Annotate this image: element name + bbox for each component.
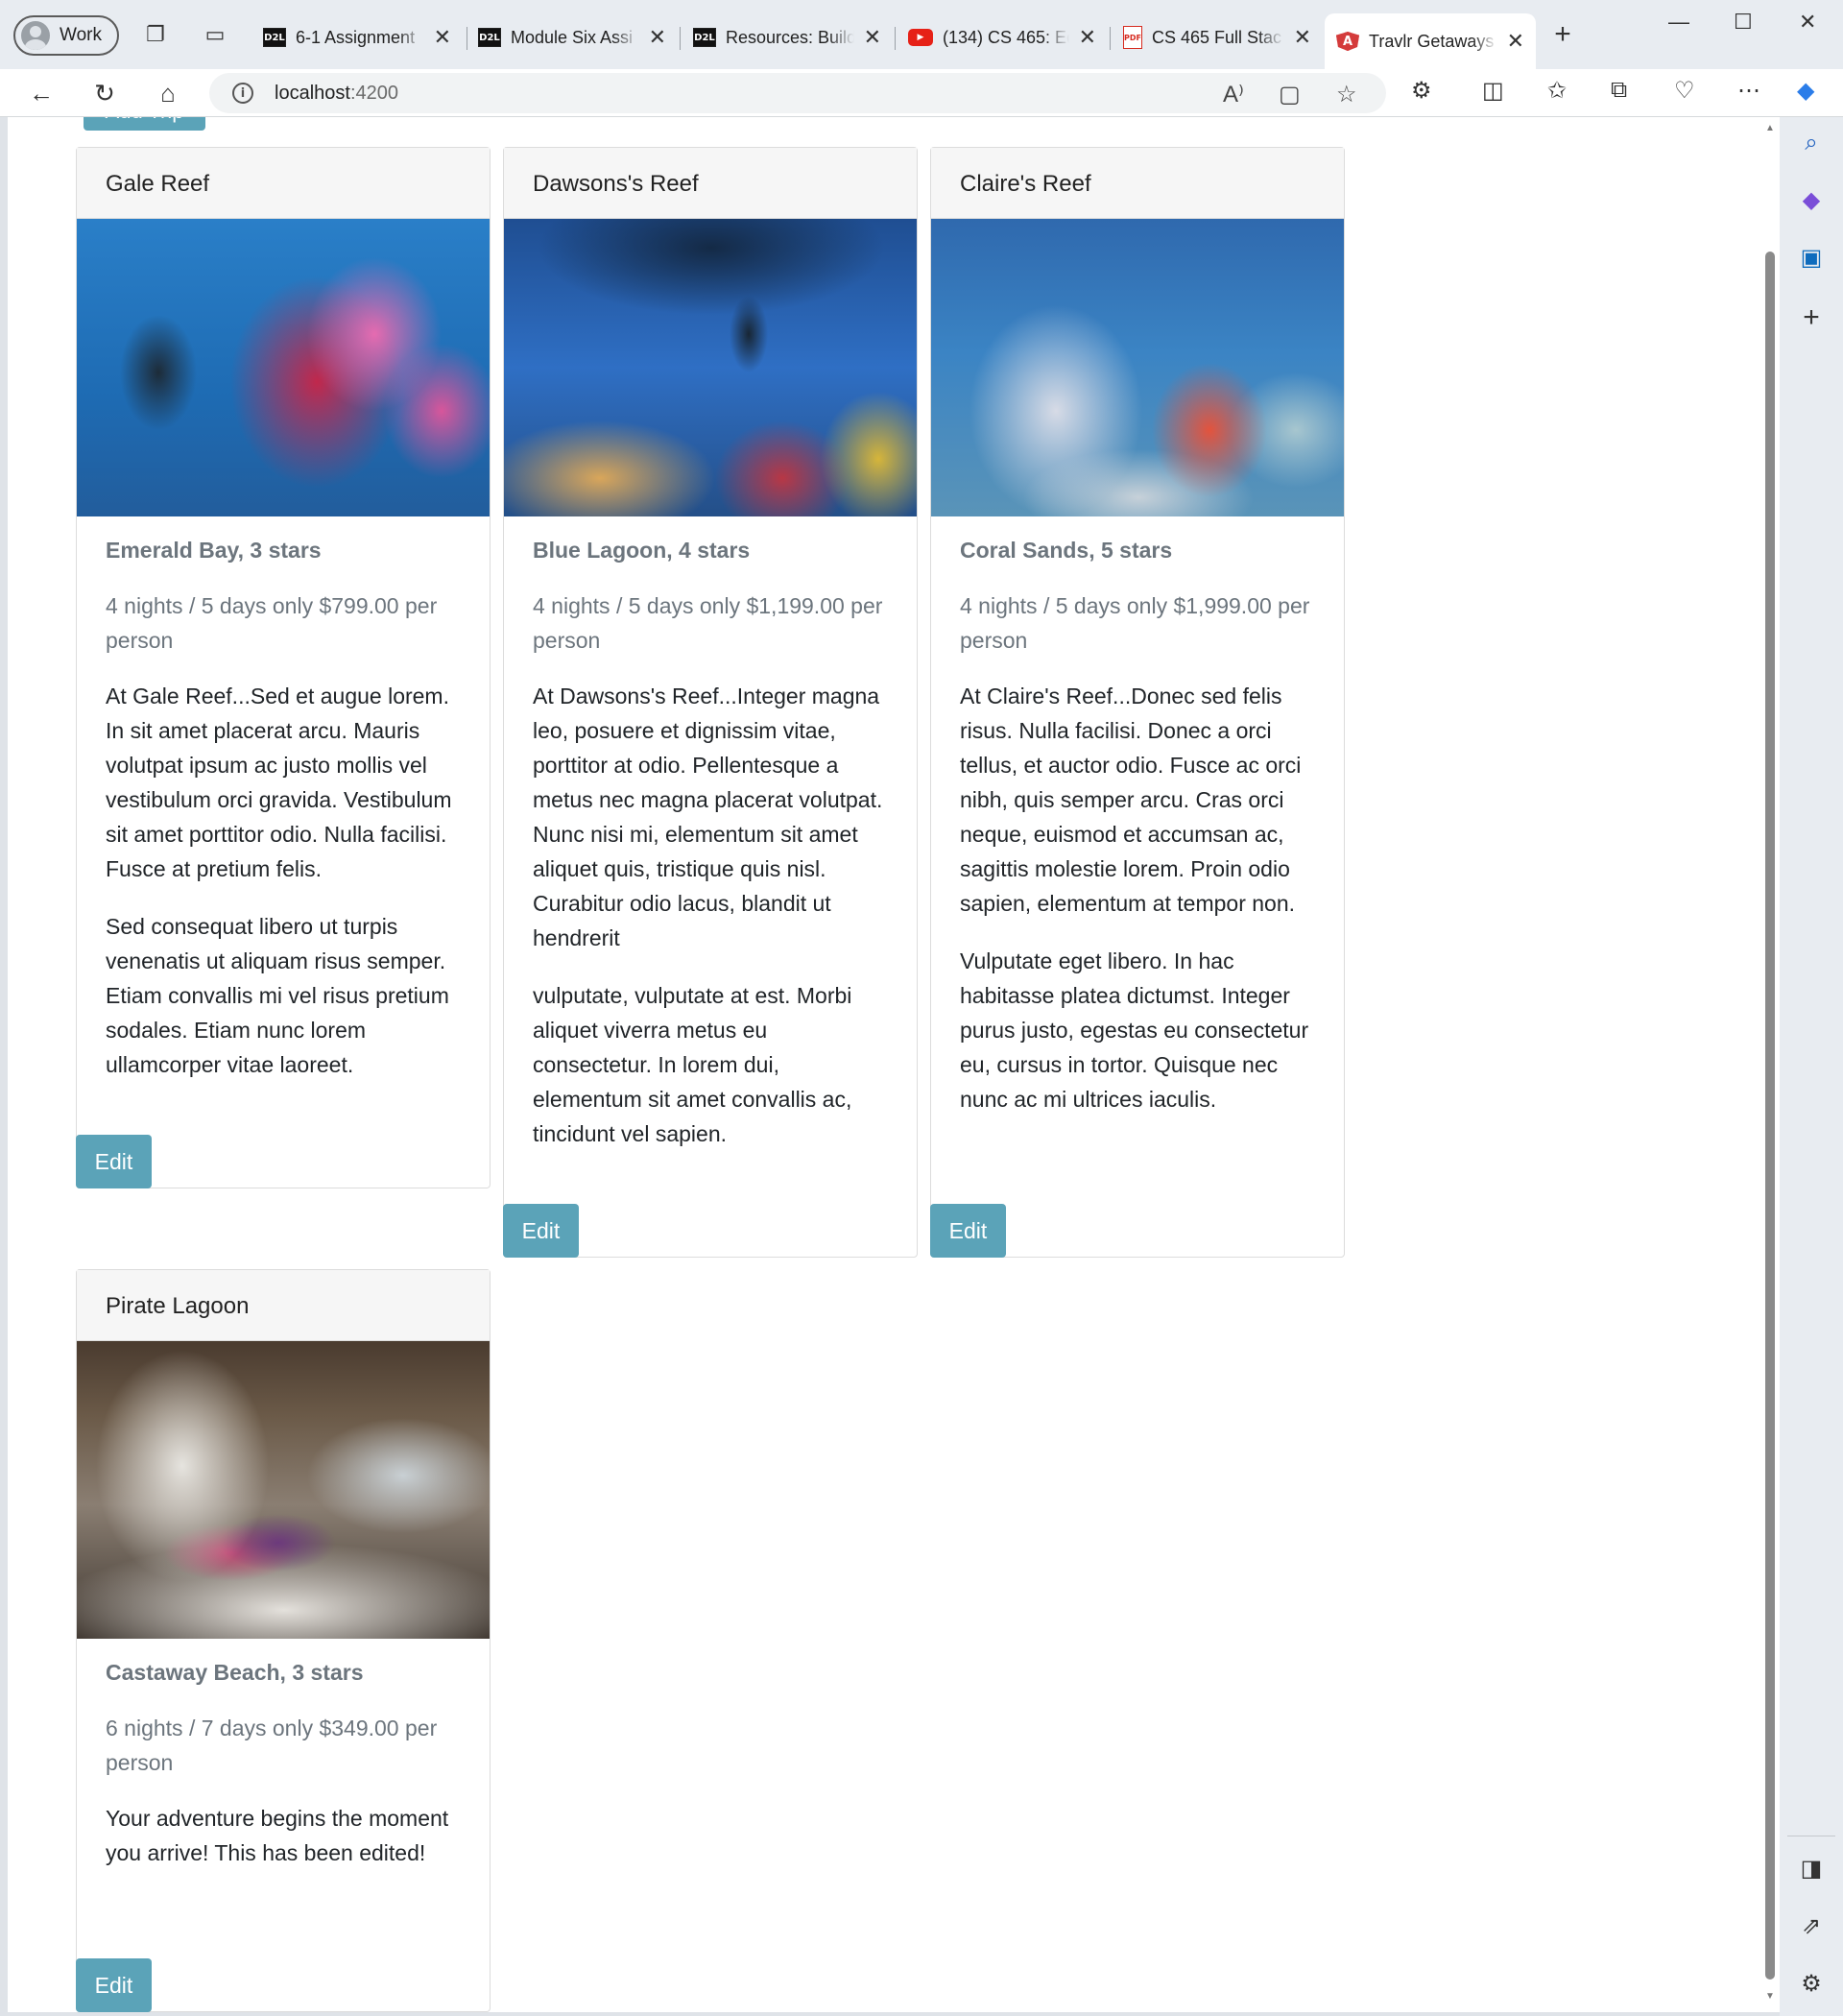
close-tab-icon[interactable]: ✕: [434, 25, 451, 50]
tab-4[interactable]: ▶ (134) CS 465: Ed ✕: [897, 13, 1108, 61]
open-external-icon[interactable]: ⇗: [1797, 1912, 1826, 1941]
tab-label: Resources: Build: [726, 27, 854, 47]
search-icon[interactable]: ⌕: [1797, 129, 1826, 157]
d2l-favicon-icon: D2L: [263, 28, 286, 47]
trip-image: [931, 219, 1344, 516]
close-tab-icon[interactable]: ✕: [649, 25, 666, 50]
trip-description: At Gale Reef...Sed et augue lorem. In si…: [106, 684, 452, 881]
split-screen-icon[interactable]: ◫: [1482, 77, 1504, 105]
settings-gear-icon[interactable]: ⚙: [1797, 1970, 1826, 1999]
vertical-scrollbar[interactable]: ▲ ▼: [1761, 117, 1780, 2012]
youtube-icon: ▶: [908, 29, 933, 46]
workspaces-icon[interactable]: ❐: [142, 21, 169, 48]
tab-1[interactable]: D2L 6-1 Assignment ✕: [251, 13, 463, 61]
tab-5[interactable]: PDF CS 465 Full Stac ✕: [1112, 13, 1323, 61]
tab-label: 6-1 Assignment: [296, 27, 416, 47]
hide-sidebar-icon[interactable]: ◨: [1797, 1855, 1826, 1884]
trip-price: 4 nights / 5 days only $1,999.00 per per…: [960, 593, 1310, 653]
scroll-up-icon[interactable]: ▲: [1765, 123, 1775, 133]
profile-label: Work: [60, 25, 102, 45]
immersive-reader-icon[interactable]: ▢: [1279, 81, 1301, 108]
tab-3[interactable]: D2L Resources: Build ✕: [682, 13, 893, 61]
trip-card: Claire's Reef Coral Sands, 5 stars 4 nig…: [930, 147, 1345, 1258]
edit-button[interactable]: Edit: [503, 1204, 579, 1258]
trip-price: 4 nights / 5 days only $799.00 per perso…: [106, 593, 438, 653]
trip-description: At Claire's Reef...Donec sed felis risus…: [960, 684, 1302, 916]
profile-button[interactable]: Work: [13, 15, 119, 56]
edit-button[interactable]: Edit: [76, 1135, 152, 1188]
trip-card: Dawsons's Reef Blue Lagoon, 4 stars 4 ni…: [503, 147, 918, 1258]
trip-resort: Blue Lagoon, 4 stars: [533, 538, 751, 563]
trip-image: [504, 219, 917, 516]
browser-tab-bar: Work ❐ ▭ D2L 6-1 Assignment ✕ D2L Module…: [0, 0, 1843, 69]
tab-label: Travlr Getaways: [1369, 31, 1495, 51]
trip-name: Dawsons's Reef: [504, 148, 917, 219]
avatar: [21, 21, 50, 50]
trip-description: Sed consequat libero ut turpis venenatis…: [106, 914, 449, 1077]
address-toolbar: ← ↻ ⌂ i localhost:4200 A⁾ ▢ ☆ ⚙ ◫ ✩ ⧉ ♡ …: [0, 69, 1843, 117]
new-tab-icon[interactable]: +: [1549, 20, 1576, 49]
trip-description: Vulputate eget libero. In hac habitasse …: [960, 948, 1309, 1112]
edit-button[interactable]: Edit: [76, 1958, 152, 2012]
edge-sidebar: ⌕ ◆ ▣ + ◨ ⇗ ⚙: [1780, 117, 1843, 2016]
favorite-star-icon[interactable]: ☆: [1336, 81, 1357, 108]
maximize-icon[interactable]: ☐: [1734, 10, 1753, 35]
home-icon[interactable]: ⌂: [154, 79, 182, 108]
copilot-icon[interactable]: ◆: [1797, 77, 1814, 105]
trip-price: 6 nights / 7 days only $349.00 per perso…: [106, 1716, 438, 1775]
trip-description: Your adventure begins the moment you arr…: [106, 1806, 449, 1865]
trip-card: Gale Reef Emerald Bay, 3 stars 4 nights …: [76, 147, 491, 1188]
trip-description: vulputate, vulputate at est. Morbi aliqu…: [533, 983, 852, 1146]
shopping-icon[interactable]: ◆: [1797, 186, 1826, 215]
trip-description: At Dawsons's Reef...Integer magna leo, p…: [533, 684, 883, 950]
close-tab-icon[interactable]: ✕: [1079, 25, 1096, 50]
tab-actions-icon[interactable]: ▭: [202, 21, 228, 48]
angular-icon: A: [1336, 32, 1359, 51]
edit-button[interactable]: Edit: [930, 1204, 1006, 1258]
trip-card: Pirate Lagoon Castaway Beach, 3 stars 6 …: [76, 1269, 491, 2012]
back-icon[interactable]: ←: [27, 79, 56, 108]
trip-name: Gale Reef: [77, 148, 490, 219]
scroll-down-icon[interactable]: ▼: [1765, 1991, 1775, 2002]
trip-image: [77, 219, 490, 516]
outlook-icon[interactable]: ▣: [1797, 244, 1826, 273]
trip-resort: Emerald Bay, 3 stars: [106, 538, 322, 563]
favorites-icon[interactable]: ✩: [1547, 77, 1567, 105]
d2l-favicon-icon: D2L: [693, 28, 716, 47]
trip-name: Pirate Lagoon: [77, 1270, 490, 1341]
site-info-icon[interactable]: i: [232, 83, 253, 104]
tab-label: Module Six Assi: [511, 27, 634, 47]
trip-image: [77, 1341, 490, 1639]
close-window-icon[interactable]: ✕: [1799, 10, 1816, 35]
address-field[interactable]: i localhost:4200 A⁾ ▢ ☆: [209, 73, 1386, 113]
minimize-icon[interactable]: —: [1668, 10, 1689, 35]
tab-6-active[interactable]: A Travlr Getaways ✕: [1325, 13, 1536, 69]
refresh-icon[interactable]: ↻: [90, 79, 119, 108]
trip-resort: Castaway Beach, 3 stars: [106, 1660, 364, 1685]
page-viewport: Add Trip Gale Reef Emerald Bay, 3 stars …: [8, 117, 1780, 2012]
trip-resort: Coral Sands, 5 stars: [960, 538, 1173, 563]
more-options-icon[interactable]: ⋯: [1737, 77, 1760, 105]
tab-2[interactable]: D2L Module Six Assi ✕: [467, 13, 678, 61]
browser-essentials-icon[interactable]: ♡: [1674, 77, 1695, 105]
scrollbar-thumb[interactable]: [1765, 252, 1775, 1980]
tab-label: CS 465 Full Stac: [1152, 27, 1282, 47]
trip-price: 4 nights / 5 days only $1,199.00 per per…: [533, 593, 883, 653]
close-tab-icon[interactable]: ✕: [1507, 29, 1524, 54]
add-trip-button[interactable]: Add Trip: [84, 117, 205, 131]
url-text: localhost:4200: [275, 82, 398, 104]
extensions-icon[interactable]: ⚙: [1411, 77, 1432, 105]
trip-name: Claire's Reef: [931, 148, 1344, 219]
collections-icon[interactable]: ⧉: [1611, 77, 1627, 104]
d2l-favicon-icon: D2L: [478, 28, 501, 47]
add-icon[interactable]: +: [1797, 303, 1826, 332]
close-tab-icon[interactable]: ✕: [864, 25, 881, 50]
tab-label: (134) CS 465: Ed: [943, 27, 1069, 47]
close-tab-icon[interactable]: ✕: [1294, 25, 1311, 50]
read-aloud-icon[interactable]: A⁾: [1223, 81, 1244, 108]
pdf-icon: PDF: [1123, 26, 1142, 49]
